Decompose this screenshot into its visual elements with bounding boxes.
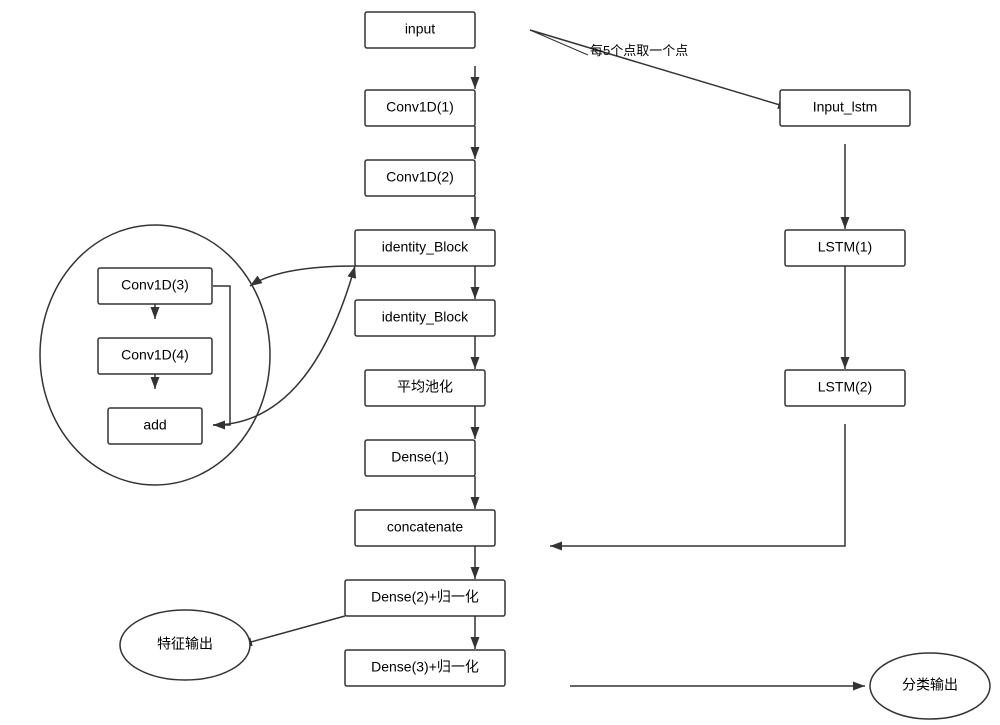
node-class-out-label: 分类输出: [902, 677, 958, 693]
node-dense1-label: Dense(1): [391, 449, 449, 465]
arrow-lstm2-concatenate: [550, 424, 845, 546]
node-input-lstm-label: Input_lstm: [813, 99, 878, 115]
node-feature-out-label: 特征输出: [157, 636, 213, 652]
node-conv1d3-label: Conv1D(3): [121, 277, 189, 293]
node-conv1d2-label: Conv1D(2): [386, 169, 454, 185]
arrow-identity1-conv1d3: [250, 266, 355, 286]
node-identity2-label: identity_Block: [382, 309, 469, 325]
note-label: 每5个点取一个点: [590, 43, 688, 58]
diagram-svg: input Conv1D(1) Conv1D(2) identity_Block…: [0, 0, 1000, 725]
node-conv1d4-label: Conv1D(4): [121, 347, 189, 363]
node-avgpool-label: 平均池化: [397, 379, 453, 395]
arrow-dense2-featureout: [240, 616, 345, 645]
node-lstm1-label: LSTM(1): [818, 239, 872, 255]
node-input-label: input: [405, 21, 435, 37]
node-dense2-label: Dense(2)+归一化: [371, 589, 479, 605]
node-conv1d1-label: Conv1D(1): [386, 99, 454, 115]
node-identity1-label: identity_Block: [382, 239, 469, 255]
arrow-input-inputlstm: [530, 30, 790, 108]
node-concatenate-label: concatenate: [387, 519, 463, 535]
node-dense3-label: Dense(3)+归一化: [371, 659, 479, 675]
note-line: [530, 30, 588, 55]
node-lstm2-label: LSTM(2): [818, 379, 872, 395]
node-add-label: add: [143, 417, 166, 433]
